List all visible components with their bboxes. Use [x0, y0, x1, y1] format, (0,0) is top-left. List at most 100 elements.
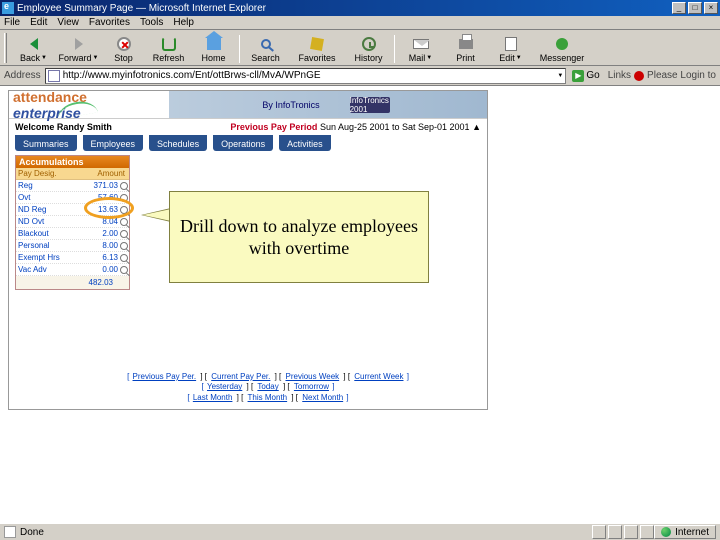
footer-link[interactable]: Yesterday	[207, 382, 242, 391]
window-title: Employee Summary Page — Microsoft Intern…	[17, 3, 670, 14]
magnify-icon[interactable]	[120, 230, 128, 238]
footer-links: [ Previous Pay Per. ] [ Current Pay Per.…	[99, 372, 437, 403]
magnify-icon[interactable]	[120, 182, 128, 190]
app-header: attendanceenterprise By InfoTronics Info…	[9, 91, 487, 119]
favorites-label: Favorites	[298, 53, 335, 63]
favorites-button[interactable]: Favorites	[288, 31, 346, 63]
back-label: Back	[20, 53, 40, 63]
footer-link[interactable]: Next Month	[302, 393, 343, 402]
brand-badge: InfoTronics 2001	[350, 97, 390, 113]
tab-activities[interactable]: Activities	[279, 135, 331, 151]
menu-help[interactable]: Help	[173, 17, 194, 28]
address-label: Address	[4, 70, 41, 81]
callout-text: Drill down to analyze employees with ove…	[178, 215, 420, 260]
messenger-label: Messenger	[540, 53, 585, 63]
footer-link[interactable]: Tomorrow	[294, 382, 329, 391]
login-link[interactable]: Please Login to	[647, 70, 716, 81]
go-label: Go	[586, 70, 599, 81]
history-button[interactable]: History	[346, 31, 391, 63]
accum-label: ND Reg	[16, 204, 71, 215]
accumulation-row[interactable]: Ovt57.60	[16, 192, 129, 204]
globe-icon	[661, 527, 671, 537]
stop-button[interactable]: Stop	[101, 31, 146, 63]
stop-label: Stop	[114, 53, 133, 63]
pay-period-up-icon[interactable]: ▲	[472, 122, 481, 132]
print-button[interactable]: Print	[443, 31, 488, 63]
accumulation-row[interactable]: ND Ovt8.04	[16, 216, 129, 228]
menu-favorites[interactable]: Favorites	[89, 17, 130, 28]
accum-label: Personal	[16, 240, 71, 251]
footer-link[interactable]: Previous Week	[286, 372, 340, 381]
magnify-icon[interactable]	[120, 242, 128, 250]
accumulation-row[interactable]: ND Reg13.63	[16, 204, 129, 216]
back-dropdown-icon[interactable]: ▼	[41, 55, 47, 61]
status-cell	[592, 525, 606, 539]
callout-tail	[143, 209, 171, 221]
magnify-icon[interactable]	[120, 194, 128, 202]
search-button[interactable]: Search	[243, 31, 288, 63]
footer-link[interactable]: Current Pay Per.	[211, 372, 270, 381]
accumulations-header: Accumulations	[16, 156, 129, 168]
home-button[interactable]: Home	[191, 31, 236, 63]
address-bar: Address http://www.myinfotronics.com/Ent…	[0, 66, 720, 86]
accumulation-row[interactable]: Exempt Hrs6.13	[16, 252, 129, 264]
back-arrow-icon	[30, 38, 38, 50]
forward-dropdown-icon: ▼	[93, 55, 99, 61]
footer-link[interactable]: Previous Pay Per.	[133, 372, 197, 381]
pay-period-label: Previous Pay Period	[230, 122, 317, 132]
tab-summaries[interactable]: Summaries	[15, 135, 77, 151]
footer-link[interactable]: Current Week	[354, 372, 403, 381]
maximize-button[interactable]: □	[688, 2, 702, 14]
address-input[interactable]: http://www.myinfotronics.com/Ent/ottBrws…	[45, 68, 567, 84]
mail-label: Mail	[409, 53, 426, 63]
footer-link[interactable]: Last Month	[193, 393, 233, 402]
accumulation-row[interactable]: Reg371.03	[16, 180, 129, 192]
search-icon	[261, 39, 271, 49]
col-amount: Amount	[71, 168, 129, 179]
page-content: attendanceenterprise By InfoTronics Info…	[0, 86, 720, 486]
window-titlebar: Employee Summary Page — Microsoft Intern…	[0, 0, 720, 16]
messenger-button[interactable]: Messenger	[533, 31, 591, 63]
refresh-button[interactable]: Refresh	[146, 31, 191, 63]
toolbar: Back▼ Forward▼ Stop Refresh Home Search …	[0, 30, 720, 66]
edit-button[interactable]: Edit▼	[488, 31, 533, 63]
menu-edit[interactable]: Edit	[30, 17, 47, 28]
address-dropdown-icon[interactable]: ▼	[557, 73, 563, 79]
close-button[interactable]: ×	[704, 2, 718, 14]
magnify-icon[interactable]	[120, 206, 128, 214]
go-button[interactable]: ▶ Go	[572, 70, 599, 82]
app-frame: attendanceenterprise By InfoTronics Info…	[8, 90, 488, 410]
minimize-button[interactable]: _	[672, 2, 686, 14]
magnify-icon[interactable]	[120, 218, 128, 226]
accum-label: Exempt Hrs	[16, 252, 71, 263]
tab-operations[interactable]: Operations	[213, 135, 273, 151]
accumulations-columns: Pay Desig. Amount	[16, 168, 129, 180]
menu-tools[interactable]: Tools	[140, 17, 163, 28]
mail-button[interactable]: Mail▼	[398, 31, 443, 63]
status-done: Done	[20, 527, 44, 538]
accumulation-row[interactable]: Vac Adv0.00	[16, 264, 129, 276]
footer-link[interactable]: Today	[257, 382, 278, 391]
accum-value: 2.00	[71, 228, 129, 239]
status-doc-icon	[4, 526, 16, 538]
links-label[interactable]: Links	[608, 70, 631, 81]
tab-employees[interactable]: Employees	[83, 135, 144, 151]
footer-link[interactable]: This Month	[248, 393, 288, 402]
accum-value: 0.00	[71, 264, 129, 275]
status-cell	[624, 525, 638, 539]
history-icon	[362, 37, 376, 51]
back-button[interactable]: Back▼	[11, 31, 56, 63]
magnify-icon[interactable]	[120, 254, 128, 262]
forward-arrow-icon	[75, 38, 83, 50]
brand-by-label: By InfoTronics	[262, 100, 319, 110]
accumulation-row[interactable]: Personal8.00	[16, 240, 129, 252]
tab-schedules[interactable]: Schedules	[149, 135, 207, 151]
menu-file[interactable]: File	[4, 17, 20, 28]
menu-view[interactable]: View	[57, 17, 79, 28]
edit-dropdown-icon[interactable]: ▼	[516, 55, 522, 61]
brand-banner: By InfoTronics InfoTronics 2001	[169, 91, 487, 118]
mail-dropdown-icon[interactable]: ▼	[426, 55, 432, 61]
magnify-icon[interactable]	[120, 266, 128, 274]
accumulation-row[interactable]: Blackout2.00	[16, 228, 129, 240]
toolbar-grip	[4, 33, 7, 63]
